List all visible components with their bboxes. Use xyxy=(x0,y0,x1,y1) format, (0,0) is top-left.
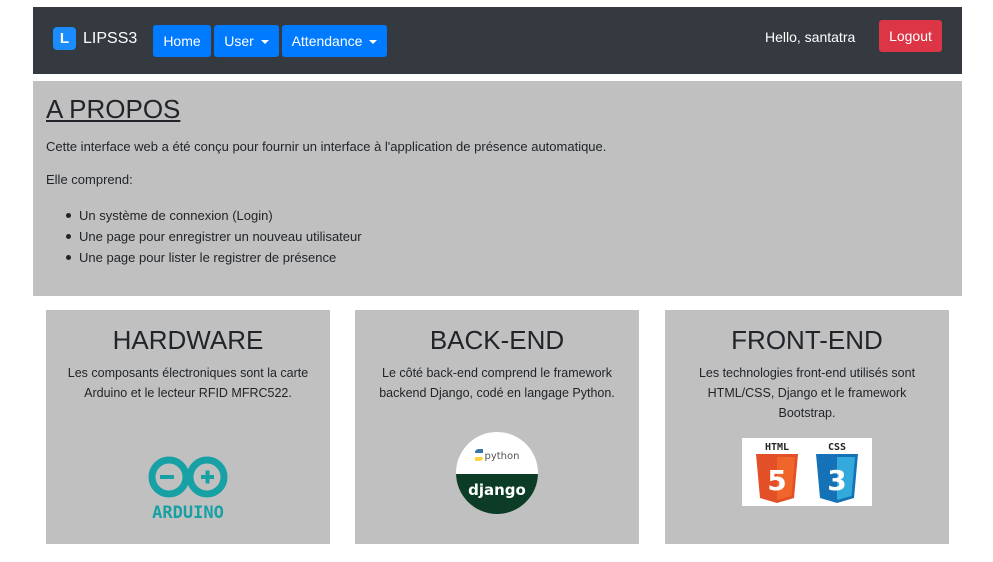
card-title: BACK-END xyxy=(429,325,565,355)
about-section: A PROPOS Cette interface web a été conçu… xyxy=(33,81,962,296)
django-logo-text: django xyxy=(468,481,526,499)
django-python-logo: python django xyxy=(355,431,639,515)
user-dropdown-button[interactable]: User xyxy=(214,25,279,57)
logout-button[interactable]: Logout xyxy=(879,20,942,52)
arduino-logo-text: ARDUINO xyxy=(152,503,224,521)
caret-down-icon xyxy=(260,40,269,44)
css3-number: 3 xyxy=(827,464,846,497)
card-text: Le côté back-end comprend le framework b… xyxy=(379,366,615,400)
card-text: Les composants électroniques sont la car… xyxy=(67,366,309,400)
arduino-logo-icon: ARDUINO xyxy=(148,456,228,521)
html-css-logo: HTML CSS 5 3 xyxy=(665,438,949,506)
feature-list: Un système de connexion (Login) Une page… xyxy=(66,205,949,268)
hardware-card: HARDWARE Les composants électroniques so… xyxy=(46,310,330,544)
html-label: HTML xyxy=(765,442,789,453)
arduino-logo: ARDUINO xyxy=(46,455,330,521)
backend-card: BACK-END Le côté back-end comprend le fr… xyxy=(355,310,639,544)
brand[interactable]: L LIPSS3 xyxy=(53,27,137,50)
html5-number: 5 xyxy=(767,464,786,497)
greeting: Hello, santatra xyxy=(765,29,856,45)
list-item: Une page pour enregistrer un nouveau uti… xyxy=(66,226,949,247)
card-title: HARDWARE xyxy=(112,325,264,355)
home-button[interactable]: Home xyxy=(153,25,211,57)
home-label: Home xyxy=(163,33,201,49)
brand-text: LIPSS3 xyxy=(83,29,138,47)
about-comprend: Elle comprend: xyxy=(46,172,133,187)
django-python-logo-icon: python django xyxy=(456,432,538,514)
list-item: Un système de connexion (Login) xyxy=(66,205,949,226)
logout-label: Logout xyxy=(889,28,932,44)
python-logo-text: python xyxy=(485,451,520,462)
brand-logo-icon: L xyxy=(53,27,76,50)
frontend-card: FRONT-END Les technologies front-end uti… xyxy=(665,310,949,544)
attendance-dropdown-button[interactable]: Attendance xyxy=(282,25,387,57)
attendance-label: Attendance xyxy=(291,33,363,49)
caret-down-icon xyxy=(369,40,378,44)
about-intro: Cette interface web a été conçu pour fou… xyxy=(46,139,607,154)
list-item: Une page pour lister le registrer de pré… xyxy=(66,247,949,268)
card-title: FRONT-END xyxy=(731,325,883,355)
html5-css3-logo-icon: HTML CSS 5 3 xyxy=(742,438,872,506)
about-title: A PROPOS xyxy=(46,94,181,124)
user-label: User xyxy=(224,33,254,49)
card-text: Les technologies front-end utilisés sont… xyxy=(698,366,916,420)
css-label: CSS xyxy=(828,442,846,453)
navbar: L LIPSS3 Home User Attendance Hello, san… xyxy=(33,7,962,74)
